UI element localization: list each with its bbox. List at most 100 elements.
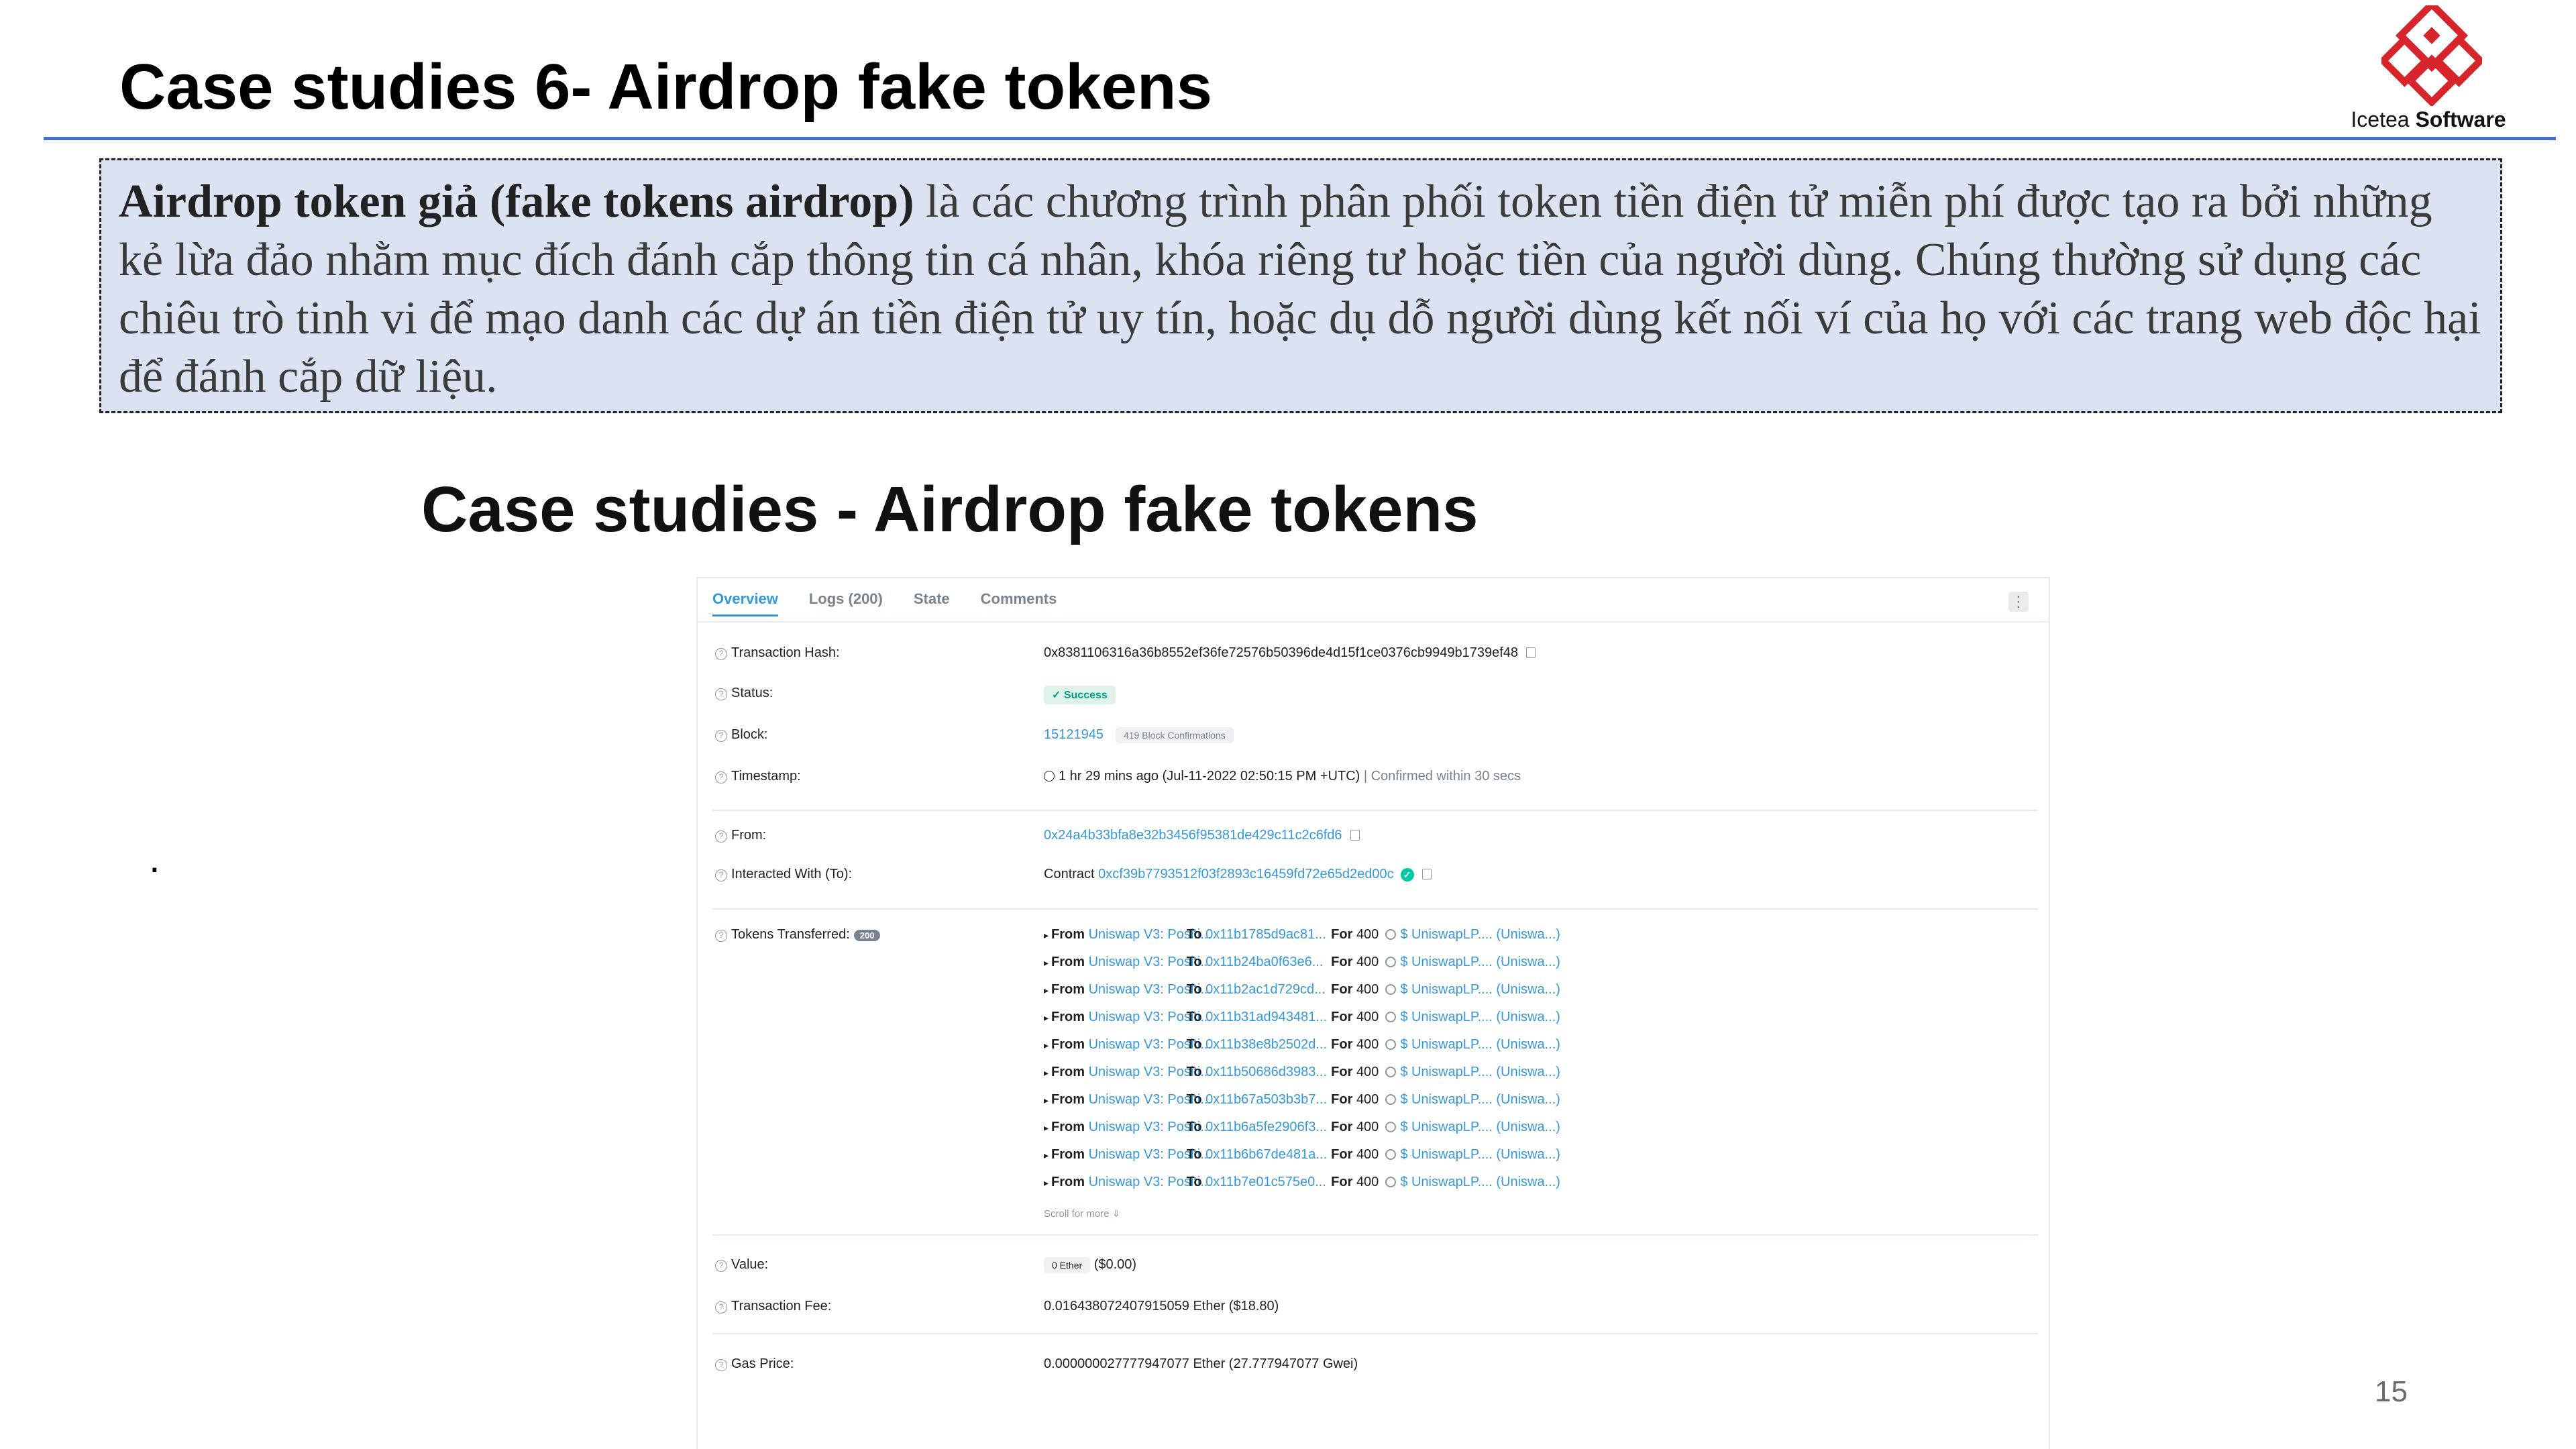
fee-label: ? Transaction Fee: bbox=[715, 1299, 831, 1314]
transfer-amount: 400 bbox=[1356, 982, 1379, 997]
contract-prefix: Contract bbox=[1044, 867, 1095, 881]
transfer-to-link[interactable]: 0x11b38e8b2502d... bbox=[1205, 1037, 1327, 1052]
scroll-for-more-link[interactable]: Scroll for more ⇓ bbox=[1044, 1208, 1120, 1220]
value-row: ? Value: 0 Ether ($0.00) bbox=[698, 1257, 2049, 1284]
status-badge: ✓ Success bbox=[1044, 686, 1116, 704]
transfer-from: From Uniswap V3: Positi... bbox=[1051, 1147, 1212, 1163]
to-word: To bbox=[1186, 1037, 1202, 1052]
from-label: ? From: bbox=[715, 828, 766, 843]
timestamp-value: 1 hr 29 mins ago (Jul-11-2022 02:50:15 P… bbox=[1059, 769, 1360, 784]
tab-state[interactable]: State bbox=[914, 590, 950, 616]
to-row: ? Interacted With (To): Contract 0xcf39b7… bbox=[698, 867, 2049, 894]
to-word: To bbox=[1186, 1175, 1202, 1189]
tab-overview[interactable]: Overview bbox=[712, 590, 778, 616]
help-icon: ? bbox=[715, 830, 727, 843]
expand-arrow-icon[interactable]: ▸ bbox=[1044, 1040, 1049, 1051]
copy-icon[interactable] bbox=[1526, 647, 1536, 658]
tab-logs[interactable]: Logs (200) bbox=[809, 590, 883, 616]
gas-value: 0.000000027777947077 Ether (27.777947077… bbox=[1044, 1356, 1358, 1371]
help-icon: ? bbox=[715, 688, 727, 700]
token-transfer-row: ▸ From Uniswap V3: Positi... To 0x11b38e8… bbox=[1044, 1037, 2023, 1065]
explorer-screenshot: Overview Logs (200) State Comments ⋮ ? Tr… bbox=[696, 577, 2050, 1449]
expand-arrow-icon[interactable]: ▸ bbox=[1044, 1095, 1049, 1106]
expand-arrow-icon[interactable]: ▸ bbox=[1044, 957, 1049, 968]
transfer-to-link[interactable]: 0x11b24ba0f63e6... bbox=[1205, 955, 1323, 969]
for-word: For bbox=[1331, 955, 1353, 969]
transfer-amount: 400 bbox=[1356, 1175, 1379, 1189]
to-word: To bbox=[1186, 955, 1202, 969]
for-word: For bbox=[1331, 1092, 1353, 1107]
transfer-to-link[interactable]: 0x11b67a503b3b7... bbox=[1205, 1092, 1327, 1107]
token-transfer-row: ▸ From Uniswap V3: Positi... To 0x11b24ba… bbox=[1044, 955, 2023, 982]
transfer-from: From Uniswap V3: Positi... bbox=[1051, 1065, 1212, 1080]
status-row: ? Status: ✓ Success bbox=[698, 686, 2049, 712]
transfer-to: To 0x11b24ba0f63e6... bbox=[1187, 955, 1328, 970]
transfer-to-link[interactable]: 0x11b31ad943481... bbox=[1205, 1010, 1327, 1024]
expand-arrow-icon[interactable]: ▸ bbox=[1044, 930, 1049, 941]
token-transfer-row: ▸ From Uniswap V3: Positi... To 0x11b67a5… bbox=[1044, 1092, 2023, 1120]
transfer-to-link[interactable]: 0x11b1785d9ac81... bbox=[1205, 927, 1326, 942]
token-transfer-row: ▸ From Uniswap V3: Positi... To 0x11b6a5f… bbox=[1044, 1120, 2023, 1147]
expand-arrow-icon[interactable]: ▸ bbox=[1044, 985, 1049, 996]
expand-arrow-icon[interactable]: ▸ bbox=[1044, 1067, 1049, 1078]
transfer-to-link[interactable]: 0x11b2ac1d729cd... bbox=[1205, 982, 1326, 997]
for-word: For bbox=[1331, 1120, 1353, 1134]
token-link[interactable]: $ UniswapLP.... (Uniswa...) bbox=[1400, 1010, 1560, 1024]
from-word: From bbox=[1051, 1092, 1085, 1107]
copy-icon[interactable] bbox=[1350, 830, 1360, 841]
more-options-button[interactable]: ⋮ bbox=[2008, 592, 2029, 612]
section-divider bbox=[712, 908, 2038, 910]
transfer-to: To 0x11b7e01c575e0... bbox=[1187, 1175, 1328, 1190]
transfer-from: From Uniswap V3: Positi... bbox=[1051, 1120, 1212, 1135]
token-link[interactable]: $ UniswapLP.... (Uniswa...) bbox=[1400, 1037, 1560, 1052]
token-link[interactable]: $ UniswapLP.... (Uniswa...) bbox=[1400, 982, 1560, 997]
help-icon: ? bbox=[715, 1301, 727, 1313]
from-word: From bbox=[1051, 927, 1085, 942]
token-link[interactable]: $ UniswapLP.... (Uniswa...) bbox=[1400, 1147, 1560, 1162]
expand-arrow-icon[interactable]: ▸ bbox=[1044, 1012, 1049, 1023]
token-link[interactable]: $ UniswapLP.... (Uniswa...) bbox=[1400, 1065, 1560, 1079]
transfer-to-link[interactable]: 0x11b6a5fe2906f3... bbox=[1205, 1120, 1327, 1134]
transfer-amount: 400 bbox=[1356, 1010, 1379, 1024]
token-icon bbox=[1385, 1067, 1397, 1077]
tab-comments[interactable]: Comments bbox=[981, 590, 1057, 616]
token-link[interactable]: $ UniswapLP.... (Uniswa...) bbox=[1400, 1175, 1560, 1189]
transfer-to-link[interactable]: 0x11b6b67de481a... bbox=[1205, 1147, 1327, 1162]
value-usd: ($0.00) bbox=[1093, 1257, 1137, 1272]
from-word: From bbox=[1051, 1147, 1085, 1162]
contract-address-link[interactable]: 0xcf39b7793512f03f2893c16459fd72e65d2ed0… bbox=[1098, 867, 1393, 881]
from-address-link[interactable]: 0x24a4b33bfa8e32b3456f95381de429c11c2c6f… bbox=[1044, 828, 1342, 843]
for-word: For bbox=[1331, 982, 1353, 997]
icetea-logo-icon bbox=[2381, 5, 2482, 106]
confirmed-within: Confirmed within 30 secs bbox=[1371, 769, 1521, 784]
expand-arrow-icon[interactable]: ▸ bbox=[1044, 1177, 1049, 1188]
transfer-to-link[interactable]: 0x11b50686d3983... bbox=[1205, 1065, 1327, 1079]
intro-bold-term: Airdrop token giả (fake tokens airdrop) bbox=[119, 176, 914, 227]
copy-icon[interactable] bbox=[1421, 869, 1432, 879]
token-link[interactable]: $ UniswapLP.... (Uniswa...) bbox=[1400, 1120, 1560, 1134]
expand-arrow-icon[interactable]: ▸ bbox=[1044, 1150, 1049, 1161]
to-word: To bbox=[1186, 1120, 1202, 1134]
block-link[interactable]: 15121945 bbox=[1044, 727, 1104, 742]
tx-hash-row: ? Transaction Hash: 0x8381106316a36b8552e… bbox=[698, 645, 2049, 672]
token-link[interactable]: $ UniswapLP.... (Uniswa...) bbox=[1400, 955, 1560, 969]
token-link[interactable]: $ UniswapLP.... (Uniswa...) bbox=[1400, 927, 1560, 942]
transfer-amount: 400 bbox=[1356, 955, 1379, 969]
token-icon bbox=[1385, 957, 1397, 967]
token-transfer-row: ▸ From Uniswap V3: Positi... To 0x11b6b67… bbox=[1044, 1147, 2023, 1175]
transfer-amount: 400 bbox=[1356, 1147, 1379, 1162]
gas-price-row: ? Gas Price: 0.000000027777947077 Ether (… bbox=[698, 1356, 2049, 1383]
from-word: From bbox=[1051, 1065, 1085, 1079]
value-ether-badge: 0 Ether bbox=[1044, 1257, 1091, 1273]
token-icon bbox=[1385, 1094, 1397, 1105]
token-icon bbox=[1385, 984, 1397, 995]
icetea-logo: Icetea Software bbox=[2321, 5, 2536, 133]
status-label: ? Status: bbox=[715, 686, 773, 701]
transfer-from: From Uniswap V3: Positi... bbox=[1051, 1092, 1212, 1108]
transfer-to-link[interactable]: 0x11b7e01c575e0... bbox=[1205, 1175, 1326, 1189]
transfer-to: To 0x11b1785d9ac81... bbox=[1187, 927, 1328, 943]
token-link[interactable]: $ UniswapLP.... (Uniswa...) bbox=[1400, 1092, 1560, 1107]
from-word: From bbox=[1051, 955, 1085, 969]
expand-arrow-icon[interactable]: ▸ bbox=[1044, 1122, 1049, 1133]
slide-title: Case studies 6- Airdrop fake tokens bbox=[119, 51, 1212, 123]
